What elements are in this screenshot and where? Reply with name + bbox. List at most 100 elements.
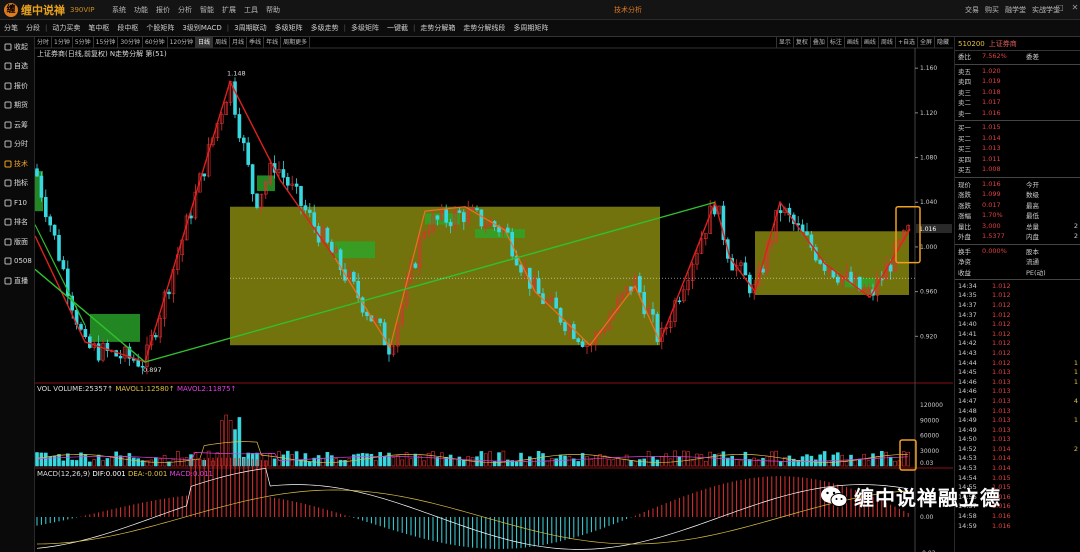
volume-bar bbox=[554, 458, 559, 467]
candle-body bbox=[563, 321, 567, 332]
ask-row: 卖三 1.018 bbox=[955, 87, 1080, 98]
star-icon bbox=[4, 62, 12, 70]
toolbar-button-10[interactable]: 多级矩阵 bbox=[347, 23, 383, 33]
toolbar-button-4[interactable]: 段中枢 bbox=[113, 23, 142, 33]
pivot-box-small bbox=[90, 313, 140, 342]
minimize-icon[interactable]: — bbox=[1040, 3, 1048, 12]
volume-bar bbox=[110, 456, 114, 467]
menu-item-1[interactable]: 功能 bbox=[130, 5, 152, 15]
candle-body bbox=[325, 227, 330, 243]
candle-body bbox=[778, 210, 783, 214]
menu-item-0[interactable]: 系统 bbox=[108, 5, 130, 15]
sidebar-item-1[interactable]: 自选 bbox=[0, 57, 34, 77]
menu-item-6[interactable]: 工具 bbox=[240, 5, 262, 15]
menu-item-2[interactable]: 报价 bbox=[152, 5, 174, 15]
menu-item-3[interactable]: 分析 bbox=[174, 5, 196, 15]
volume-bar bbox=[642, 458, 647, 467]
toolbar-button-1[interactable]: 分段 bbox=[22, 23, 44, 33]
candle-body bbox=[479, 209, 484, 227]
toolbar-button-12[interactable]: 走势分解箱 bbox=[416, 23, 459, 33]
stat-row: 外盘 1.5377 内盘 2 bbox=[955, 231, 1080, 242]
volume-bar bbox=[532, 458, 537, 467]
sidebar-label: 指标 bbox=[14, 179, 28, 188]
ask-book: 卖五 1.020 卖四 1.019 卖三 1.018 卖二 1.017 卖一 1.016 bbox=[955, 66, 1080, 119]
right-menu-item-0[interactable]: 交易 bbox=[962, 5, 982, 15]
tick-t: 14:58 bbox=[958, 512, 977, 521]
sidebar-item-9[interactable]: 排名 bbox=[0, 213, 34, 233]
right-menu-item-2[interactable]: 融学堂 bbox=[1002, 5, 1029, 15]
tick-p: 1.012 bbox=[992, 329, 1011, 338]
volume-bar bbox=[536, 451, 541, 467]
sidebar-item-12[interactable]: 直播 bbox=[0, 271, 34, 291]
dea-label: DEA:-0.001 bbox=[127, 470, 168, 478]
tick-n: 1 bbox=[1073, 416, 1078, 425]
toolbar-button-9[interactable]: 多级走势 bbox=[307, 23, 343, 33]
right-menu-item-1[interactable]: 购买 bbox=[982, 5, 1002, 15]
sidebar-item-5[interactable]: 分时 bbox=[0, 135, 34, 155]
sidebar-item-10[interactable]: 版面 bbox=[0, 232, 34, 252]
candle-body bbox=[233, 81, 237, 115]
clock-icon bbox=[4, 140, 12, 148]
volume-bar bbox=[686, 451, 691, 467]
toolbar-button-14[interactable]: 多周期矩阵 bbox=[509, 23, 552, 33]
tick-p: 1.012 bbox=[992, 310, 1011, 319]
volume-bar bbox=[862, 453, 867, 467]
toolbar-button-5[interactable]: 个股矩阵 bbox=[142, 23, 178, 33]
tick-t: 14:49 bbox=[958, 425, 977, 434]
tick-row: 14:50 1.013 bbox=[955, 435, 1080, 445]
volume-bar bbox=[162, 455, 167, 467]
tick-p: 1.015 bbox=[992, 473, 1011, 482]
sidebar-item-11[interactable]: 0508 bbox=[0, 252, 34, 272]
volume-axis-label: 120000 bbox=[920, 402, 943, 409]
volume-bar bbox=[844, 461, 849, 467]
quote-value: 1.013 bbox=[982, 144, 1001, 153]
tick-row: 14:45 1.013 1 bbox=[955, 367, 1080, 377]
volume-bar bbox=[681, 450, 686, 467]
menu-item-5[interactable]: 扩展 bbox=[218, 5, 240, 15]
menu-item-7[interactable]: 帮助 bbox=[262, 5, 284, 15]
sidebar-item-2[interactable]: 报价 bbox=[0, 76, 34, 96]
bid-row: 买二 1.014 bbox=[955, 133, 1080, 144]
stats-block: 现价 1.016 今开 涨跌 1.099 数级 涨跌 0.017 最高 涨幅 1.70% 最低 量比 3,… bbox=[955, 179, 1080, 242]
volume-bar bbox=[184, 457, 189, 467]
function-toolbar: 分笔 分段 | 动力买卖 笔中枢 段中枢 个股矩阵 3级别MACD | 3周期联动 多级矩阵 多级走势… bbox=[0, 20, 1080, 37]
stat-row: 涨幅 1.70% 最低 bbox=[955, 210, 1080, 221]
toolbar-button-7[interactable]: 3周期联动 bbox=[230, 23, 270, 33]
tick-t: 14:46 bbox=[958, 377, 977, 386]
sidebar-item-7[interactable]: 指标 bbox=[0, 174, 34, 194]
tick-p: 1.012 bbox=[992, 281, 1011, 290]
sidebar-item-4[interactable]: 云筹 bbox=[0, 115, 34, 135]
candle-body bbox=[448, 222, 453, 227]
candle-body bbox=[154, 335, 158, 338]
quote-icon bbox=[4, 82, 12, 90]
candle-body bbox=[118, 355, 123, 359]
toolbar-button-11[interactable]: 一键截 bbox=[383, 23, 412, 33]
close-icon[interactable]: ✕ bbox=[1072, 3, 1079, 12]
sidebar-label: 0508 bbox=[14, 257, 32, 266]
sidebar-item-3[interactable]: 期货 bbox=[0, 96, 34, 116]
candle-body bbox=[444, 209, 449, 223]
window-title: 技术分析 bbox=[614, 6, 642, 14]
toolbar-button-13[interactable]: 走势分解线段 bbox=[459, 23, 509, 33]
sidebar-item-8[interactable]: F10 bbox=[0, 193, 34, 213]
sidebar-label: 分时 bbox=[14, 140, 28, 149]
sidebar-label: 版面 bbox=[14, 237, 28, 246]
toolbar-button-3[interactable]: 笔中枢 bbox=[84, 23, 113, 33]
sidebar-item-6[interactable]: 技术 bbox=[0, 154, 34, 174]
maximize-icon[interactable]: □ bbox=[1056, 3, 1064, 12]
volume-bar bbox=[448, 454, 453, 467]
toolbar-button-6[interactable]: 3级别MACD bbox=[178, 23, 225, 33]
volume-bar bbox=[699, 454, 704, 467]
sidebar-item-0[interactable]: 收起 bbox=[0, 37, 34, 57]
quote-key: 买四 bbox=[958, 155, 971, 164]
toolbar-button-2[interactable]: 动力买卖 bbox=[48, 23, 84, 33]
tick-t: 14:35 bbox=[958, 291, 977, 300]
volume-bar bbox=[307, 461, 312, 467]
menu-item-4[interactable]: 智能 bbox=[196, 5, 218, 15]
toolbar-button-0[interactable]: 分笔 bbox=[0, 23, 22, 33]
stat-row: 涨跌 0.017 最高 bbox=[955, 200, 1080, 211]
volume-bar bbox=[466, 456, 471, 467]
bid-book: 买一 1.015 买二 1.014 买三 1.013 买四 1.011 买五 1.008 bbox=[955, 122, 1080, 175]
toolbar-button-8[interactable]: 多级矩阵 bbox=[271, 23, 307, 33]
quote-key: 涨跌 bbox=[958, 201, 971, 210]
